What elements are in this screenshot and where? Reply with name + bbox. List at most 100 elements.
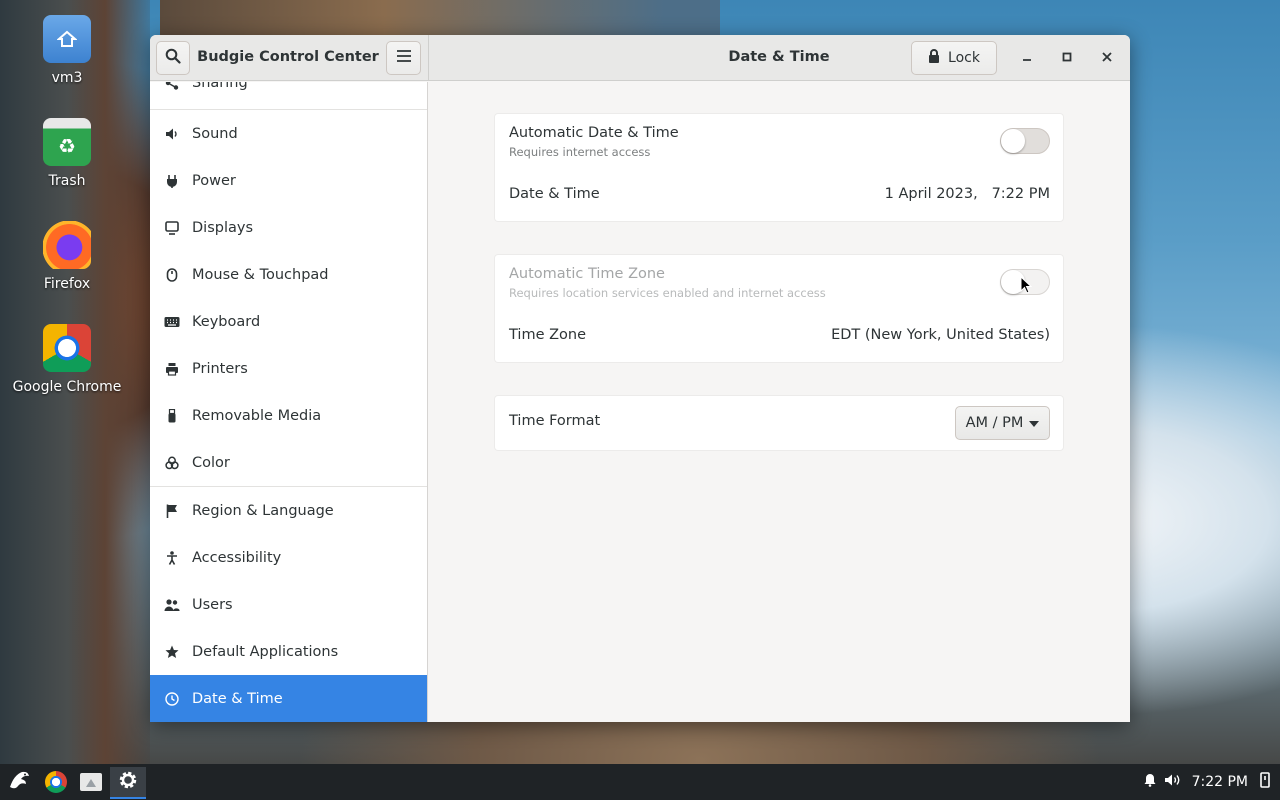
time-zone-value: EDT (New York, United States) — [831, 327, 1050, 343]
taskbar-clock[interactable]: 7:22 PM — [1192, 774, 1248, 790]
switch-knob — [1001, 129, 1025, 153]
desktop-icon-firefox[interactable]: Firefox — [7, 221, 127, 292]
clock-icon — [164, 691, 180, 707]
settings-icon — [117, 769, 139, 795]
sidebar-item-power[interactable]: Power — [150, 157, 427, 204]
budgie-menu-button[interactable] — [4, 768, 34, 796]
header-bar: Budgie Control Center Date & Time Lock — [150, 35, 1130, 81]
system-tray: 7:22 PM — [1144, 764, 1270, 800]
chrome-icon — [43, 324, 91, 372]
padlock-icon — [928, 49, 940, 67]
power-menu-icon[interactable] — [1260, 772, 1270, 792]
time-format-card: Time Format AM / PM — [495, 396, 1063, 450]
bell-icon[interactable] — [1144, 773, 1156, 791]
sidebar-item-default-applications[interactable]: Default Applications — [150, 628, 427, 675]
lock-label: Lock — [948, 50, 980, 66]
desktop-icon-label: Google Chrome — [12, 379, 122, 395]
sidebar-item-region-language[interactable]: Region & Language — [150, 487, 427, 534]
minimize-button[interactable] — [1016, 47, 1038, 69]
sidebar-item-label: Sharing — [192, 82, 248, 91]
time-zone-row[interactable]: Time Zone EDT (New York, United States) — [495, 310, 1063, 362]
sidebar-item-mouse[interactable]: Mouse & Touchpad — [150, 251, 427, 298]
time-format-title: Time Format — [509, 413, 601, 429]
chevron-down-icon — [1029, 415, 1040, 431]
time-format-dropdown[interactable]: AM / PM — [955, 406, 1050, 440]
lock-button[interactable]: Lock — [911, 41, 997, 75]
sidebar-item-displays[interactable]: Displays — [150, 204, 427, 251]
time-zone-card: Automatic Time Zone Requires location se… — [495, 255, 1063, 362]
automatic-time-zone-title: Automatic Time Zone — [509, 266, 665, 282]
sidebar-item-keyboard[interactable]: Keyboard — [150, 298, 427, 345]
automatic-date-time-title: Automatic Date & Time — [509, 125, 679, 141]
taskbar-settings-button[interactable] — [110, 767, 146, 799]
mouse-pointer-icon — [1020, 275, 1033, 298]
sidebar-item-label: Printers — [192, 360, 248, 377]
speaker-icon — [164, 126, 180, 142]
search-button[interactable] — [156, 41, 190, 75]
sidebar-item-date-time[interactable]: Date & Time — [150, 675, 427, 722]
keyboard-icon — [164, 314, 180, 330]
desktop-icon-home[interactable]: vm3 — [7, 15, 127, 86]
sidebar-item-label: Region & Language — [192, 502, 334, 519]
sidebar-item-label: Default Applications — [192, 643, 339, 660]
main-menu-button[interactable] — [386, 41, 421, 75]
sidebar-item-label: Accessibility — [192, 549, 282, 566]
trash-icon: ♻ — [43, 118, 91, 166]
taskbar-chrome-button[interactable] — [41, 768, 71, 796]
search-icon — [165, 48, 181, 68]
display-icon — [164, 220, 180, 236]
sidebar-item-removable-media[interactable]: Removable Media — [150, 392, 427, 439]
taskbar: 7:22 PM — [0, 764, 1280, 800]
sidebar-item-accessibility[interactable]: Accessibility — [150, 534, 427, 581]
chrome-icon — [45, 771, 67, 793]
volume-icon[interactable] — [1164, 773, 1182, 791]
sidebar-item-sound[interactable]: Sound — [150, 110, 427, 157]
sidebar-title: Budgie Control Center — [197, 49, 379, 65]
date-value: 1 April 2023, — [884, 186, 978, 202]
maximize-icon — [1062, 50, 1072, 66]
sidebar-item-label: Removable Media — [192, 407, 322, 424]
color-icon — [164, 455, 180, 471]
sidebar-item-label: Color — [192, 454, 230, 471]
automatic-time-zone-row: Automatic Time Zone Requires location se… — [495, 255, 1063, 310]
minimize-icon — [1022, 50, 1032, 66]
time-format-value: AM / PM — [965, 415, 1024, 431]
sidebar-item-color[interactable]: Color — [150, 439, 427, 486]
printer-icon — [164, 361, 180, 377]
automatic-date-time-switch[interactable] — [1000, 128, 1050, 154]
taskbar-files-button[interactable] — [76, 768, 106, 796]
desktop-icon-trash[interactable]: ♻ Trash — [7, 118, 127, 189]
automatic-date-time-subtitle: Requires internet access — [509, 145, 651, 159]
sidebar-item-sharing[interactable]: Sharing — [150, 82, 427, 106]
sidebar-item-label: Users — [192, 596, 233, 613]
sidebar-item-label: Mouse & Touchpad — [192, 266, 329, 283]
close-icon — [1102, 50, 1112, 66]
automatic-date-time-row: Automatic Date & Time Requires internet … — [495, 114, 1063, 169]
star-icon — [164, 644, 180, 660]
usb-icon — [164, 408, 180, 424]
desktop-icon-chrome[interactable]: Google Chrome — [7, 324, 127, 395]
sidebar-item-label: Power — [192, 172, 236, 189]
close-button[interactable] — [1096, 47, 1118, 69]
accessibility-icon — [164, 550, 180, 566]
budgie-menu-icon — [6, 767, 32, 797]
mouse-icon — [164, 267, 180, 283]
date-time-row[interactable]: Date & Time 1 April 2023, 7:22 PM — [495, 169, 1063, 221]
date-time-value: 1 April 2023, 7:22 PM — [885, 186, 1050, 202]
share-icon — [164, 82, 180, 91]
desktop-icon-label: Trash — [48, 173, 86, 189]
hamburger-icon — [396, 50, 411, 66]
sidebar-item-users[interactable]: Users — [150, 581, 427, 628]
automatic-time-zone-subtitle: Requires location services enabled and i… — [509, 286, 826, 300]
sidebar: Sharing Sound Power Displays Mouse & Tou… — [150, 82, 428, 722]
time-format-row: Time Format AM / PM — [495, 396, 1063, 450]
sidebar-item-printers[interactable]: Printers — [150, 345, 427, 392]
power-icon — [164, 173, 180, 189]
date-time-panel: Automatic Date & Time Requires internet … — [429, 82, 1130, 722]
time-zone-title: Time Zone — [509, 327, 587, 343]
maximize-button[interactable] — [1056, 47, 1078, 69]
files-icon — [80, 773, 102, 791]
time-value: 7:22 PM — [991, 186, 1050, 202]
home-folder-icon — [43, 15, 91, 63]
desktop-icon-label: vm3 — [51, 70, 83, 86]
